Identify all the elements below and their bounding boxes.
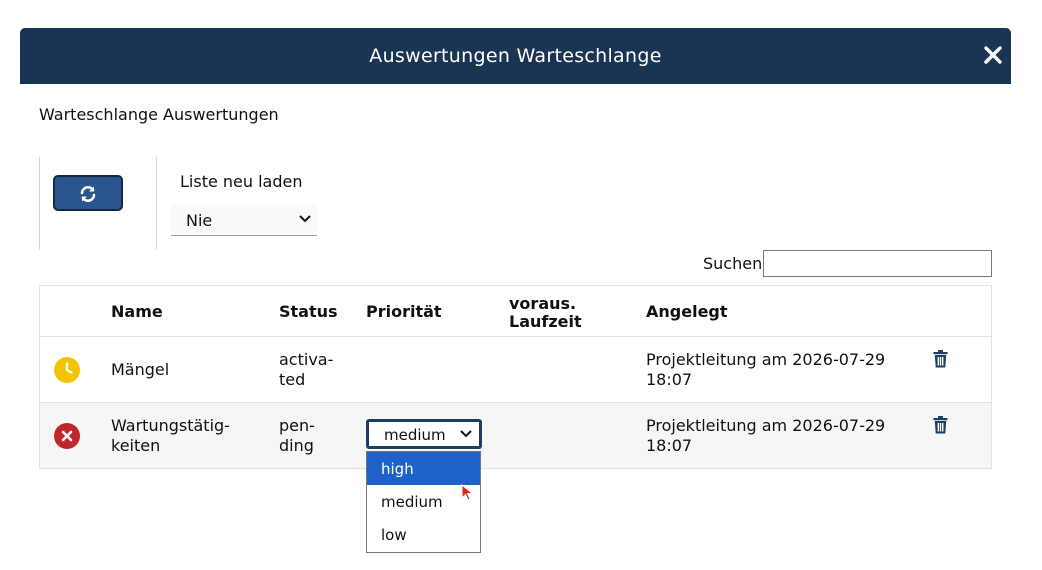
row-status: pen- ding [279, 416, 315, 456]
header-name[interactable]: Name [111, 303, 163, 321]
row-name: Mängel [111, 360, 169, 380]
header-status[interactable]: Status [279, 303, 338, 321]
dialog-title: Auswertungen Warteschlange [369, 45, 662, 67]
dialog-titlebar: Auswertungen Warteschlange [20, 28, 1011, 84]
search-input[interactable] [763, 250, 992, 277]
row-name: Wartungstätig- keiten [111, 416, 230, 456]
header-runtime-line1: voraus. [509, 294, 577, 313]
queue-table: Name Status Priorität voraus. Laufzeit A… [39, 285, 992, 470]
chevron-down-icon [299, 215, 311, 223]
row-created-line2: 18:07 [646, 436, 693, 455]
header-created[interactable]: Angelegt [646, 303, 728, 321]
row-created-line1: Projektleitung am 2026-07-29 [646, 350, 886, 369]
header-runtime-line2: Laufzeit [509, 312, 582, 331]
row-status-line1: pen- [279, 416, 315, 435]
header-priority[interactable]: Priorität [366, 303, 442, 321]
row-name-line1: Mängel [111, 360, 170, 379]
page-subtitle: Warteschlange Auswertungen [39, 105, 279, 124]
table-header: Name Status Priorität voraus. Laufzeit A… [39, 285, 992, 337]
trash-icon[interactable] [933, 416, 948, 434]
header-runtime[interactable]: voraus. Laufzeit [509, 295, 582, 331]
priority-select[interactable]: medium [366, 419, 482, 449]
priority-dropdown: high medium low [366, 451, 481, 553]
reload-label: Liste neu laden [180, 172, 303, 191]
chevron-down-icon [460, 430, 472, 438]
reload-interval-select[interactable]: Nie [171, 204, 317, 236]
row-created: Projektleitung am 2026-07-29 18:07 [646, 350, 885, 390]
row-name-line1: Wartungstätig- [111, 416, 230, 435]
row-name-line2: keiten [111, 436, 161, 455]
clock-icon [54, 357, 80, 383]
divider [156, 157, 157, 250]
priority-option-high[interactable]: high [367, 452, 480, 485]
option-label: high [381, 460, 414, 478]
option-label: low [381, 526, 407, 544]
table-row[interactable]: Wartungstätig- keiten pen- ding medium P… [39, 403, 992, 469]
trash-icon[interactable] [933, 350, 948, 368]
row-status-line2: ding [279, 436, 314, 455]
option-label: medium [381, 493, 443, 511]
table-row[interactable]: Mängel activa- ted Projektleitung am 202… [39, 337, 992, 403]
priority-value: medium [384, 426, 446, 444]
priority-option-low[interactable]: low [367, 518, 480, 551]
refresh-button[interactable] [53, 175, 123, 211]
divider [39, 157, 40, 250]
search-label: Suchen [703, 254, 763, 273]
close-icon[interactable] [981, 41, 1005, 69]
row-created-line1: Projektleitung am 2026-07-29 [646, 416, 886, 435]
refresh-icon [80, 186, 96, 202]
reload-interval-value: Nie [186, 211, 213, 230]
row-status: activa- ted [279, 350, 333, 390]
row-status-line1: activa- [279, 350, 334, 369]
row-created: Projektleitung am 2026-07-29 18:07 [646, 416, 885, 456]
error-icon [54, 423, 80, 449]
row-created-line2: 18:07 [646, 370, 693, 389]
row-status-line2: ted [279, 370, 306, 389]
mouse-cursor-icon [461, 484, 474, 501]
